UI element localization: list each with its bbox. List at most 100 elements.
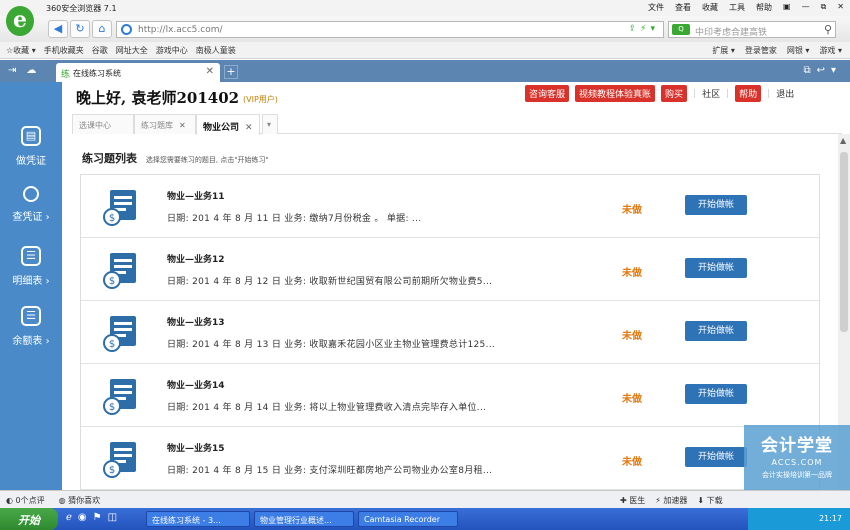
fav-nanjiren[interactable]: 南极人童装 (196, 45, 236, 56)
list-item: $ 物业—业务14 日期: 201 4 年 8 月 14 日 业务: 将以上物业… (81, 364, 819, 427)
tab-more-button[interactable]: ▾ (262, 114, 278, 134)
greeting-title: 晚上好, 袁老师201402 (76, 89, 240, 107)
globe-icon (121, 24, 132, 35)
fav-collect[interactable]: ☆收藏 ▾ (6, 45, 36, 56)
sidebar-item-label: 明细表 › (12, 276, 50, 287)
address-tools-icon[interactable]: ⇪⚡▾ (629, 24, 659, 34)
scroll-thumb[interactable] (840, 152, 848, 332)
tab-menu-icon[interactable]: ⧉↩▾ (803, 65, 842, 76)
fav-google[interactable]: 谷歌 (92, 45, 108, 56)
start-button[interactable]: 开始 (0, 508, 58, 530)
header-actions: 咨询客服 视频教程体验真账 购买 | 社区 | 帮助 | 退出 (525, 85, 794, 102)
divider: | (767, 88, 771, 99)
ebank-button[interactable]: 网银 ▾ (787, 45, 810, 56)
start-exercise-button[interactable]: 开始做帐 (685, 195, 747, 215)
accelerator-button[interactable]: ⚡ 加速器 (655, 495, 687, 506)
buy-button[interactable]: 购买 (661, 85, 688, 102)
sidebar-item-label: 查凭证 › (12, 212, 50, 223)
restore-button[interactable]: ⧉ (821, 2, 827, 13)
menu-tools[interactable]: 工具 (729, 2, 745, 13)
quick-launch-icons[interactable]: ℯ◉⚑◫ (66, 512, 123, 523)
watermark-slogan: 会计实操培训第一品牌 (762, 471, 832, 479)
login-manager-button[interactable]: 登录管家 (745, 45, 777, 56)
sidebar-toggle-icon[interactable]: ⇥☁ (8, 65, 46, 76)
search-icon (23, 186, 39, 202)
sidebar-item-label: 做凭证 (16, 156, 46, 167)
tab-label: 物业公司 (203, 123, 240, 133)
extensions-button[interactable]: 扩展 ▾ (712, 45, 735, 56)
tab-close-icon[interactable]: ✕ (206, 66, 214, 77)
menu-view[interactable]: 查看 (675, 2, 691, 13)
start-exercise-button[interactable]: 开始做帐 (685, 447, 747, 467)
home-button[interactable]: ⌂ (92, 20, 112, 38)
tab-course-center[interactable]: 选课中心 (72, 114, 134, 134)
sidebar-item-balance-table[interactable]: ☰ 余额表 › (0, 306, 62, 364)
tab-question-bank[interactable]: 练习题库 ✕ (134, 114, 196, 134)
clock: 21:17 (818, 514, 842, 523)
sidebar-item-search-voucher[interactable]: 查凭证 › (0, 186, 62, 244)
close-icon[interactable]: ✕ (245, 123, 253, 133)
taskbar-item-camtasia[interactable]: Camtasia Recorder (358, 511, 458, 527)
list-header: 练习题列表 选择您需要练习的题目, 点击"开始练习" (82, 150, 269, 166)
menu-favorites[interactable]: 收藏 (702, 2, 718, 13)
minimize-button[interactable]: — (802, 2, 810, 13)
start-exercise-button[interactable]: 开始做帐 (685, 321, 747, 341)
address-bar[interactable]: http://lx.acc5.com/ ⇪⚡▾ (116, 21, 664, 38)
games-button[interactable]: 游戏 ▾ (819, 45, 842, 56)
taskbar-item-exercise[interactable]: 在线练习系统 - 3... (146, 511, 250, 527)
help-button[interactable]: 帮助 (735, 85, 762, 102)
list-title: 练习题列表 (82, 152, 137, 165)
search-engine-icon[interactable]: Q (672, 24, 690, 35)
logout-link[interactable]: 退出 (776, 87, 794, 100)
status-badge: 未做 (622, 205, 642, 216)
browser-nav-bar: ◀ ↻ ⌂ http://lx.acc5.com/ ⇪⚡▾ Q 中印考虑合建高铁… (0, 16, 850, 42)
system-tray: 21:17 (748, 508, 850, 530)
start-exercise-button[interactable]: 开始做帐 (685, 258, 747, 278)
svg-text:$: $ (109, 213, 115, 224)
taskbar-item-property[interactable]: 物业管理行业概述... (254, 511, 354, 527)
status-badge: 未做 (622, 457, 642, 468)
list-hint: 选择您需要练习的题目, 点击"开始练习" (145, 156, 269, 164)
skin-icon[interactable]: ▣ (783, 2, 791, 13)
video-tutorial-button[interactable]: 视频教程体验真账 (575, 85, 656, 102)
new-tab-button[interactable]: + (224, 65, 238, 79)
browser-tab[interactable]: 练 在线练习系统 ✕ (56, 63, 220, 82)
watermark-brand: 会计学堂 (761, 436, 833, 456)
sidebar-item-make-voucher[interactable]: ▤ 做凭证 (0, 126, 62, 184)
close-window-button[interactable]: ✕ (837, 2, 844, 13)
tab-property-company[interactable]: 物业公司 ✕ (196, 114, 260, 135)
start-exercise-button[interactable]: 开始做帐 (685, 384, 747, 404)
svg-text:$: $ (109, 339, 115, 350)
sidebar-item-detail-table[interactable]: ☰ 明细表 › (0, 246, 62, 304)
close-icon[interactable]: ✕ (179, 121, 186, 130)
exercise-list: $ 物业—业务11 日期: 201 4 年 8 月 11 日 业务: 缴纳7月份… (80, 174, 820, 490)
search-input[interactable]: Q 中印考虑合建高铁 ⚲ (668, 21, 836, 38)
scroll-up-icon[interactable]: ▲ (840, 136, 846, 145)
community-link[interactable]: 社区 (702, 87, 720, 100)
status-badge: 未做 (622, 331, 642, 342)
refresh-button[interactable]: ↻ (70, 20, 90, 38)
fav-mobile[interactable]: 手机收藏夹 (44, 45, 84, 56)
search-placeholder: 中印考虑合建高铁 (695, 28, 768, 38)
balance-icon: ☰ (21, 306, 41, 326)
doctor-button[interactable]: ✚ 医生 (620, 495, 645, 506)
main-content: 晚上好, 袁老师201402 (VIP用户) 咨询客服 视频教程体验真账 购买 … (62, 82, 850, 490)
customer-service-button[interactable]: 咨询客服 (525, 85, 570, 102)
recommend-link[interactable]: ◍ 猜你喜欢 (59, 495, 101, 506)
divider: | (726, 88, 730, 99)
document-money-icon: $ (103, 442, 136, 478)
tab-favicon-icon: 练 (61, 70, 71, 80)
download-button[interactable]: ⬇ 下载 (697, 495, 722, 506)
menu-help[interactable]: 帮助 (756, 2, 772, 13)
fav-sites[interactable]: 网址大全 (116, 45, 148, 56)
menu-file[interactable]: 文件 (648, 2, 664, 13)
tab-label: 练习题库 (141, 121, 173, 130)
browser-logo: e (6, 6, 34, 36)
document-money-icon: $ (103, 316, 136, 352)
comments-link[interactable]: ◐ 0个点评 (6, 495, 45, 506)
fav-games[interactable]: 游戏中心 (156, 45, 188, 56)
search-icon[interactable]: ⚲ (824, 23, 832, 36)
browser-tab-bar: ⇥☁ 练 在线练习系统 ✕ + ⧉↩▾ (0, 60, 850, 82)
exercise-description: 日期: 201 4 年 8 月 11 日 业务: 缴纳7月份税金 。 单据: .… (167, 214, 422, 224)
back-button[interactable]: ◀ (48, 20, 68, 38)
